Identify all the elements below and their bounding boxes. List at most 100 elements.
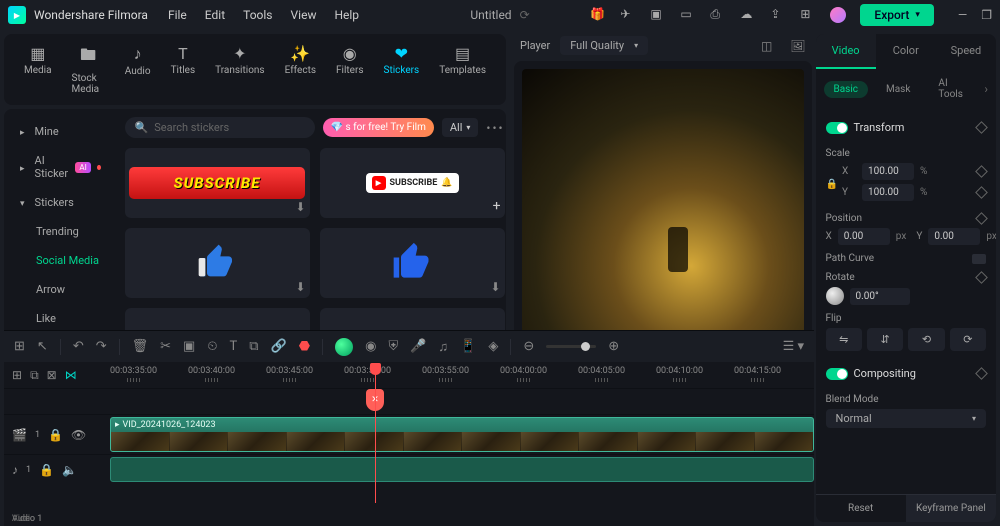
gift-icon[interactable]: 🎁 — [590, 7, 606, 23]
keyframe-panel-button[interactable]: Keyframe Panel — [906, 495, 996, 522]
audio-clip[interactable] — [110, 457, 814, 482]
pointer-tool-icon[interactable]: ⊞ — [14, 339, 25, 354]
undo-button[interactable]: ↶ — [73, 339, 84, 354]
maximize-button[interactable]: ❐ — [981, 8, 992, 22]
snapshot-icon[interactable]: 🖼 — [790, 39, 805, 53]
download-icon[interactable]: ⬇ — [490, 280, 500, 294]
sync-icon[interactable]: ⟳ — [520, 8, 530, 22]
link-button[interactable]: 🔗 — [271, 339, 287, 354]
tab-video[interactable]: Video — [816, 34, 876, 69]
track-snap-icon[interactable]: ⋈ — [65, 368, 77, 382]
keyframe-icon[interactable]: ◈ — [488, 339, 498, 354]
mute-icon[interactable]: 🔈 — [62, 463, 77, 477]
avatar-icon[interactable] — [830, 7, 846, 23]
blend-mode-dropdown[interactable]: Normal▾ — [826, 409, 986, 428]
compare-view-icon[interactable]: ◫ — [761, 39, 772, 53]
transform-toggle[interactable] — [826, 122, 848, 134]
promo-pill[interactable]: 💎 s for free! Try Film — [323, 118, 434, 137]
audio-track-icon[interactable]: ♪ — [12, 463, 18, 477]
sidebar-item-social-media[interactable]: Social Media — [4, 246, 117, 275]
rotate-cw-button[interactable]: ⟳ — [950, 328, 986, 351]
pos-x-input[interactable] — [838, 228, 890, 245]
sidebar-item-like[interactable]: Like — [4, 304, 117, 333]
redo-button[interactable]: ↷ — [96, 339, 107, 354]
cloud-icon[interactable]: ☁ — [740, 7, 756, 23]
path-curve-button[interactable] — [972, 254, 986, 264]
rotate-ccw-button[interactable]: ⟲ — [908, 328, 944, 351]
flip-vertical-button[interactable]: ⇵ — [867, 328, 903, 351]
sidebar-item-stickers[interactable]: Stickers — [4, 188, 117, 217]
screenshot-icon[interactable]: ▣ — [650, 7, 666, 23]
compositing-toggle[interactable] — [826, 368, 848, 380]
sticker-card-like-1[interactable]: ⬇ — [125, 228, 310, 298]
reset-button[interactable]: Reset — [816, 495, 906, 522]
rotate-input[interactable] — [850, 288, 910, 305]
tab-effects[interactable]: ✨Effects — [277, 40, 324, 99]
playhead[interactable] — [375, 363, 376, 503]
tab-templates[interactable]: ▤Templates — [431, 40, 494, 99]
sidebar-item-mine[interactable]: Mine — [4, 117, 117, 146]
scroll-right-icon[interactable]: › — [984, 82, 988, 96]
lock-aspect-icon[interactable]: 🔒 — [826, 179, 838, 190]
pos-y-input[interactable] — [928, 228, 980, 245]
track-add-icon[interactable]: ⊞ — [12, 368, 22, 382]
flip-horizontal-button[interactable]: ⇋ — [826, 328, 862, 351]
keyframe-diamond-icon[interactable] — [975, 165, 988, 178]
sidebar-item-trending[interactable]: Trending — [4, 217, 117, 246]
delete-button[interactable]: 🗑 — [132, 339, 149, 354]
select-tool-icon[interactable]: ↖ — [37, 339, 48, 354]
zoom-in-button[interactable]: ⊕ — [608, 339, 619, 354]
subtab-ai-tools[interactable]: AI Tools — [928, 75, 976, 103]
audio-mix-icon[interactable]: ♫ — [438, 339, 448, 355]
sticker-card-subscribe-1[interactable]: SUBSCRIBE ⬇ — [125, 148, 310, 218]
subtab-basic[interactable]: Basic — [824, 81, 869, 98]
video-track-icon[interactable]: 🎬 — [12, 428, 27, 442]
tab-speed[interactable]: Speed — [936, 34, 996, 69]
marker-track[interactable]: ✕ — [110, 389, 814, 414]
filter-dropdown[interactable]: All▾ — [442, 118, 479, 137]
upload-icon[interactable]: ⇪ — [770, 7, 786, 23]
split-button[interactable]: ✂ — [160, 339, 171, 354]
sticker-card-subscribe-2[interactable]: ▶SUBSCRIBE🔔 + — [320, 148, 505, 218]
marker-button[interactable]: ⬣ — [299, 339, 310, 354]
more-options-button[interactable]: ••• — [486, 121, 504, 135]
sticker-card-like-2[interactable]: ⬇ — [320, 228, 505, 298]
quality-dropdown[interactable]: Full Quality▾ — [560, 36, 648, 55]
keyframe-diamond-icon[interactable] — [975, 367, 988, 380]
record-icon[interactable]: ⎙ — [710, 7, 726, 23]
text-button[interactable]: T — [229, 339, 237, 354]
subtab-mask[interactable]: Mask — [876, 81, 920, 98]
rotate-knob[interactable] — [826, 287, 844, 305]
video-track-lane[interactable]: ▸VID_20241026_124023 — [110, 415, 814, 454]
apps-icon[interactable]: ⊞ — [800, 7, 816, 23]
keyframe-diamond-icon[interactable] — [975, 271, 988, 284]
menu-edit[interactable]: Edit — [205, 8, 225, 22]
tab-filters[interactable]: ◉Filters — [328, 40, 372, 99]
menu-tools[interactable]: Tools — [243, 8, 272, 22]
scale-y-input[interactable] — [862, 184, 914, 201]
audio-track-lane[interactable] — [110, 455, 814, 484]
tab-stickers[interactable]: ❤Stickers — [376, 40, 428, 99]
export-button[interactable]: Export ▾ — [860, 4, 933, 26]
menu-help[interactable]: Help — [334, 8, 359, 22]
sidebar-item-arrow[interactable]: Arrow — [4, 275, 117, 304]
visibility-icon[interactable]: 👁 — [71, 428, 86, 442]
tab-titles[interactable]: TTitles — [163, 40, 204, 99]
track-magnet-icon[interactable]: ⊠ — [47, 368, 57, 382]
download-icon[interactable]: ⬇ — [295, 280, 305, 294]
send-icon[interactable]: ✈ — [620, 7, 636, 23]
mic-icon[interactable]: 🎤 — [410, 339, 426, 354]
list-view-icon[interactable]: ☰ ▾ — [783, 339, 804, 354]
zoom-out-button[interactable]: ⊖ — [523, 339, 534, 354]
copy-button[interactable]: ⧉ — [249, 339, 258, 354]
add-icon[interactable]: + — [493, 198, 501, 214]
keyframe-diamond-icon[interactable] — [975, 186, 988, 199]
timeline-ruler[interactable]: 00:03:35:0000:03:40:0000:03:45:0000:03:5… — [110, 362, 814, 388]
tab-color[interactable]: Color — [876, 34, 936, 69]
ai-button[interactable] — [335, 338, 353, 356]
track-link-icon[interactable]: ⧉ — [30, 368, 39, 383]
shield-icon[interactable]: ⛨ — [388, 339, 398, 354]
lock-icon[interactable]: 🔒 — [39, 463, 54, 477]
video-clip[interactable]: ▸VID_20241026_124023 — [110, 417, 814, 452]
tab-media[interactable]: ▦Media — [16, 40, 60, 99]
